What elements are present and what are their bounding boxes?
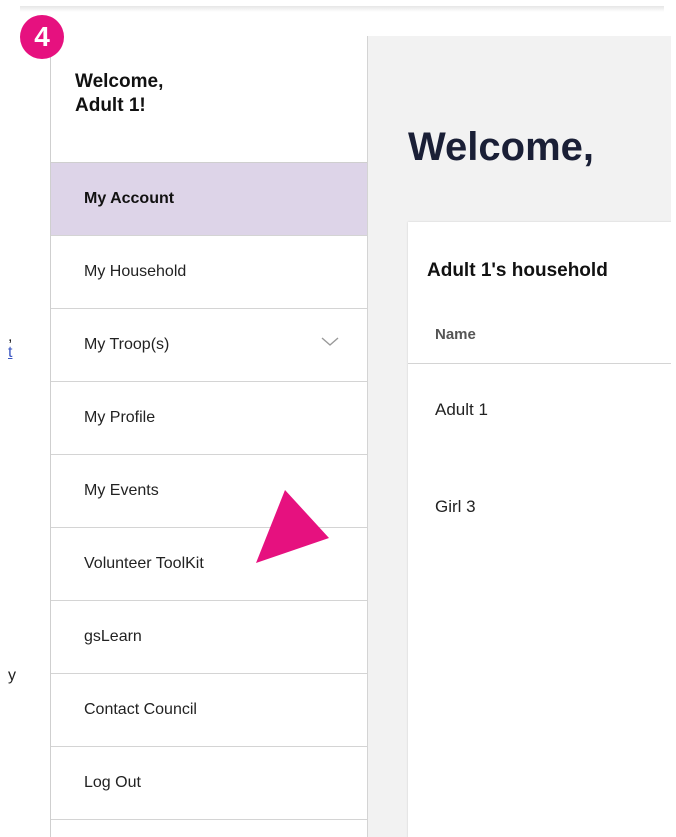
sidebar: Welcome, Adult 1! My Account My Househol…: [51, 36, 368, 837]
sidebar-item-label: Volunteer ToolKit: [84, 555, 204, 572]
page-title: Welcome,: [408, 125, 594, 169]
table-row[interactable]: Girl 3: [435, 497, 476, 517]
household-title: Adult 1's household: [427, 260, 608, 281]
step-number-badge: 4: [20, 15, 64, 59]
column-header-name: Name: [435, 326, 476, 343]
sidebar-item-gslearn[interactable]: gsLearn: [51, 601, 367, 674]
chevron-down-icon[interactable]: [319, 331, 341, 353]
pointer-arrow-icon: [256, 490, 329, 563]
sidebar-item-label: Contact Council: [84, 701, 197, 718]
app-window: Welcome, Adult 1! My Account My Househol…: [50, 36, 671, 837]
sidebar-item-label: gsLearn: [84, 628, 142, 645]
sidebar-item-my-household[interactable]: My Household: [51, 236, 367, 309]
main-content: Welcome, Adult 1's household Name Adult …: [368, 36, 671, 837]
welcome-line-2: Adult 1!: [75, 95, 146, 116]
sidebar-item-label: Log Out: [84, 774, 141, 791]
sidebar-item-label: My Troop(s): [84, 336, 170, 353]
sidebar-item-my-troops[interactable]: My Troop(s): [51, 309, 367, 382]
top-shadow: [20, 6, 664, 12]
cropped-text-fragment: y: [8, 667, 16, 684]
sidebar-item-contact-council[interactable]: Contact Council: [51, 674, 367, 747]
household-card: Adult 1's household Name Adult 1 Girl 3: [408, 222, 671, 837]
sidebar-item-label: My Events: [84, 482, 159, 499]
sidebar-item-log-out[interactable]: Log Out: [51, 747, 367, 820]
sidebar-welcome: Welcome, Adult 1!: [51, 36, 367, 163]
table-row[interactable]: Adult 1: [435, 400, 488, 420]
cropped-left-content: , t y: [0, 0, 50, 837]
table-divider: [408, 363, 671, 364]
sidebar-item-label: My Account: [84, 190, 175, 207]
welcome-line-1: Welcome,: [75, 71, 164, 92]
sidebar-item-my-account[interactable]: My Account: [51, 163, 367, 236]
cropped-link-fragment[interactable]: t: [8, 344, 12, 362]
sidebar-item-label: My Profile: [84, 409, 156, 426]
sidebar-item-label: My Household: [84, 263, 187, 280]
sidebar-item-my-profile[interactable]: My Profile: [51, 382, 367, 455]
